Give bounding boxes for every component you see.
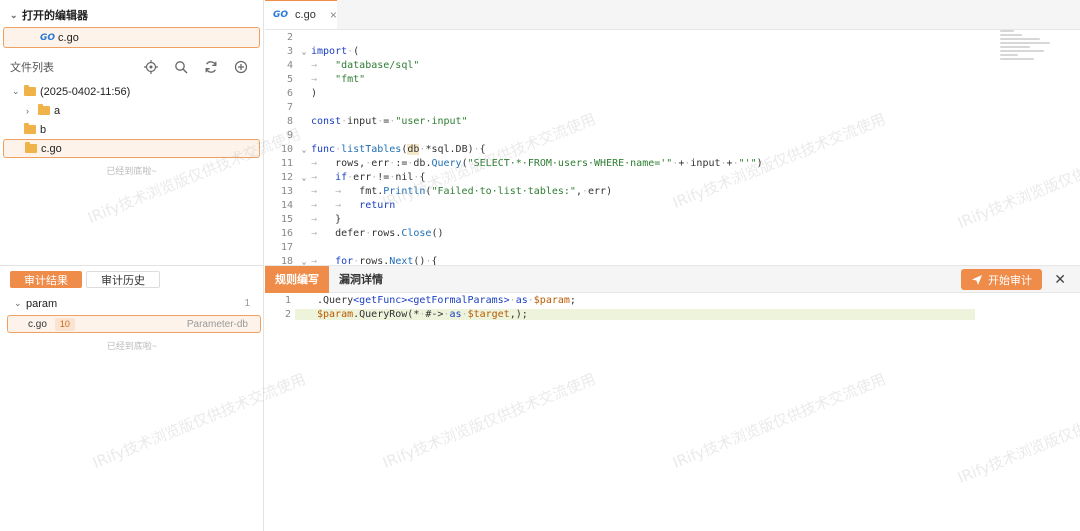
tree-item-root[interactable]: ⌄ (2025-0402-11:56) (0, 82, 263, 101)
go-file-icon: GO (40, 32, 56, 43)
tree-item-c-go[interactable]: c.go (3, 139, 260, 158)
tree-item-label: a (54, 104, 61, 117)
editor-panel: GO c.go × 2 3 ⌄ import·( 4 → "database/sql"… (265, 0, 1080, 531)
code-line: 10 ⌄ func·listTables(db·*sql.DB)·{ (280, 143, 486, 155)
tree-item-a[interactable]: › a (0, 101, 263, 120)
tab-vuln-details[interactable]: 漏洞详情 (329, 266, 393, 293)
chevron-right-icon: › (26, 105, 29, 116)
code-line: 4 → "database/sql" (286, 59, 420, 71)
code-line: 7 (286, 101, 293, 113)
search-icon[interactable] (173, 59, 189, 75)
open-editor-item[interactable]: GO c.go (3, 27, 260, 48)
close-tab-icon[interactable]: × (330, 8, 337, 22)
folder-icon (38, 104, 50, 115)
tree-item-label: b (40, 123, 47, 136)
code-line: 2 (286, 31, 293, 43)
editor-tab-c-go[interactable]: GO c.go × (265, 0, 337, 29)
code-line: 11 → rows,·err·:=·db.Query("SELECT·*·FROM… (280, 157, 763, 169)
code-line: 17 (280, 241, 293, 253)
end-hint: 已经到底啦~ (106, 341, 158, 351)
open-editors-header[interactable]: ⌄ 打开的编辑器 (0, 5, 263, 25)
rule-code-editor[interactable]: 1 .Query<getFunc><getFormalParams>·as·$p… (265, 293, 1080, 531)
code-line: 12 ⌄ → if·err·!=·nil·{ (280, 171, 426, 183)
files-toolbar (143, 59, 249, 75)
editor-tab-label: c.go (295, 9, 316, 21)
result-group-count: 1 (244, 298, 250, 309)
code-line: 14 → → return (280, 199, 396, 211)
chevron-down-icon: ⌄ (14, 298, 22, 308)
code-editor[interactable]: 2 3 ⌄ import·( 4 → "database/sql" 5 → "fmt" … (265, 30, 1080, 266)
tab-audit-results[interactable]: 审计结果 (10, 271, 82, 288)
result-rule-name: Parameter-db (186, 318, 248, 330)
editor-tabbar: GO c.go × (265, 0, 1080, 30)
tree-item-label: c.go (41, 142, 62, 155)
start-audit-label: 开始审计 (988, 274, 1032, 287)
send-icon (972, 274, 982, 285)
result-line-badge: 10 (54, 317, 75, 331)
locate-icon[interactable] (143, 59, 159, 75)
left-panel: ⌄ 打开的编辑器 GO c.go 文件列表 ⌄ (2025-0402-11:56… (0, 0, 264, 531)
go-file-icon: GO (273, 10, 289, 20)
open-editors-title: 打开的编辑器 (22, 10, 88, 22)
files-header: 文件列表 (0, 56, 263, 78)
tree-item-label: (2025-0402-11:56) (40, 85, 131, 98)
code-line: 18 ⌄ → for·rows.Next()·{ (280, 255, 438, 266)
code-line: 16 → defer·rows.Close() (280, 227, 444, 239)
file-tree: ⌄ (2025-0402-11:56) › a b c.go 已经到底啦~ (0, 82, 263, 177)
minimap[interactable] (1000, 30, 1070, 90)
rules-toolbar: 规则编写 漏洞详情 开始审计 ✕ (265, 265, 1080, 293)
add-icon[interactable] (233, 59, 249, 75)
audit-tabs: 审计结果 审计历史 (0, 266, 264, 288)
files-title: 文件列表 (10, 62, 54, 74)
file-icon (25, 142, 37, 153)
end-hint: 已经到底啦~ (106, 166, 157, 176)
folder-icon (24, 85, 36, 96)
tab-rule-editor[interactable]: 规则编写 (265, 265, 329, 293)
code-line: 3 ⌄ import·( (286, 45, 360, 57)
close-icon[interactable]: ✕ (1054, 271, 1066, 288)
code-line: 5 → "fmt" (286, 73, 366, 85)
code-line: 6) (286, 87, 318, 99)
code-line: 15 → } (280, 213, 342, 225)
code-line: 9 (286, 129, 293, 141)
start-audit-button[interactable]: 开始审计 (961, 269, 1042, 290)
folder-icon (24, 123, 36, 134)
result-file: c.go (28, 318, 47, 330)
refresh-icon[interactable] (203, 59, 219, 75)
result-group-label: param (26, 297, 58, 310)
audit-panel: 审计结果 审计历史 ⌄ param 1 c.go 10 Parameter-db… (0, 265, 264, 352)
result-item[interactable]: c.go 10 Parameter-db (7, 315, 261, 333)
open-editor-filename: c.go (58, 31, 79, 44)
result-group[interactable]: ⌄ param 1 (0, 294, 264, 313)
chevron-down-icon: ⌄ (12, 86, 20, 96)
tab-audit-history[interactable]: 审计历史 (86, 271, 160, 288)
code-line: 8 const·input·=·"user·input" (286, 115, 468, 127)
rule-line: 2 $param.QueryRow(*·#->·as·$target,); (265, 307, 1080, 321)
code-line: 13 → → fmt.Println("Failed·to·list·tables… (280, 185, 613, 197)
rule-line: 1 .Query<getFunc><getFormalParams>·as·$p… (284, 294, 576, 306)
chevron-down-icon: ⌄ (10, 9, 18, 20)
tree-item-b[interactable]: b (0, 120, 263, 139)
